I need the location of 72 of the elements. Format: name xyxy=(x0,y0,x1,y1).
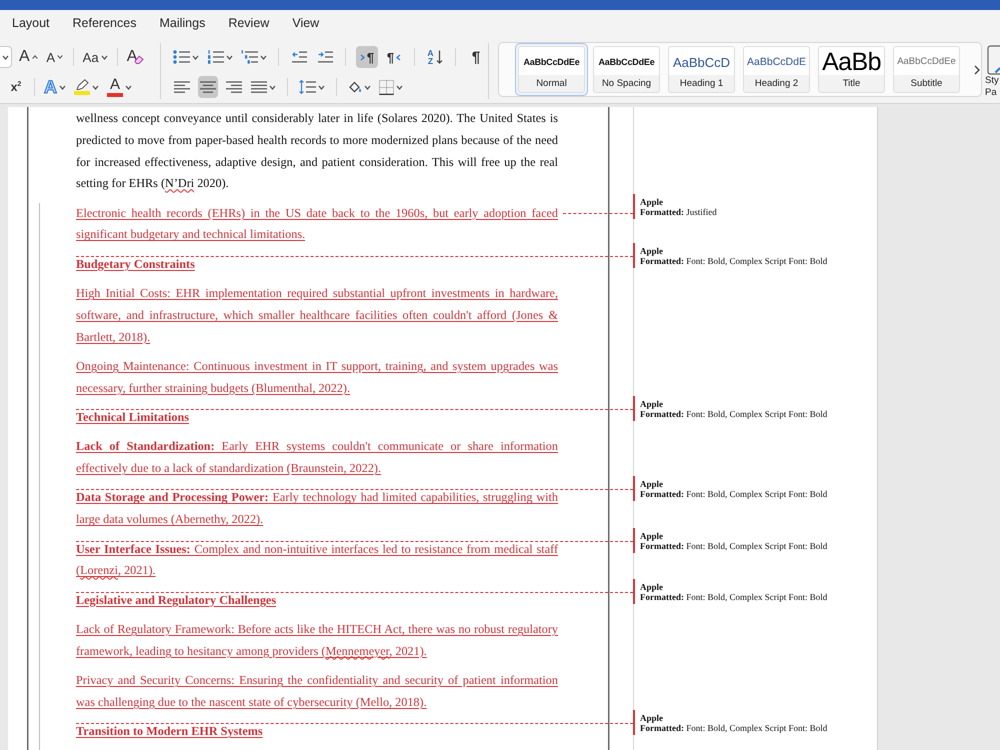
numbered-list-icon xyxy=(207,50,224,64)
revision-author: Apple xyxy=(640,479,664,490)
paragraph: Privacy and Security Concerns: Ensuring the confidentiality and security of patient information was challenging due to the nascent state of cybersecurity (Mello, 2018). xyxy=(76,673,558,709)
align-center-button[interactable] xyxy=(198,76,218,98)
revision-description: Formatted: Font: Bold, Complex Script Font: Bold xyxy=(640,408,828,419)
change-case-button[interactable]: Aa xyxy=(82,46,109,68)
revision-description: Formatted: Font: Bold, Complex Script Font: Bold xyxy=(640,723,828,734)
styles-pane-icon xyxy=(987,45,1000,75)
paragraph: Lack of Regulatory Framework: Before acts like the HITECH Act, there was no robust regulatory framework, leading to hesitancy among providers (Mennemeyer, 2021). xyxy=(76,622,558,660)
ribbon-tab[interactable]: References xyxy=(72,16,136,30)
increase-indent-icon xyxy=(318,51,332,63)
justify-icon xyxy=(251,81,267,93)
grow-font-button[interactable]: A xyxy=(18,46,39,68)
font-size-dropdown[interactable] xyxy=(0,46,12,68)
revision-description: Formatted: Font: Bold, Complex Script Font: Bold xyxy=(640,489,828,500)
align-center-icon xyxy=(200,81,216,93)
align-right-icon xyxy=(226,81,242,93)
style-card[interactable]: AaBbCcDdEe Subtitle xyxy=(890,43,963,96)
line-spacing-icon xyxy=(299,80,316,94)
revision-description: Formatted: Font: Bold, Complex Script Font: Bold xyxy=(640,256,828,266)
revision-description: Formatted: Font: Bold, Complex Script Font: Bold xyxy=(640,592,828,602)
highlight-button[interactable] xyxy=(73,76,100,98)
revision-author: Apple xyxy=(640,246,664,256)
superscript-button[interactable]: x$^{2}$ xyxy=(6,76,26,98)
style-card[interactable]: AaBbCcDdE Heading 2 xyxy=(740,43,813,96)
paragraph: Lack of Standardization: Early EHR systems couldn't communicate or share information effectively due to a lack of standardization (Braunstein, 2022). xyxy=(76,439,558,476)
revision-description: Formatted: Font: Bold, Complex Script Font: Bold xyxy=(640,540,828,550)
section-heading: Transition to Modern EHR Systems xyxy=(76,724,263,738)
revision-author: Apple xyxy=(640,713,664,724)
formatting-marks-button[interactable]: ¶ xyxy=(466,46,486,68)
revision-description: Formatted: Justified xyxy=(640,206,717,217)
paragraph: Ongoing Maintenance: Continuous investment in IT support, training, and system upgrades was necessary, further straining budgets (Blumenthal, 2022). xyxy=(76,358,558,395)
bullet-list-icon xyxy=(173,50,190,64)
section-heading: Legislative and Regulatory Challenges xyxy=(76,592,276,607)
style-card[interactable]: AaBbCcD Heading 1 xyxy=(665,43,738,96)
revision-author: Apple xyxy=(640,398,664,409)
revision-author: Apple xyxy=(640,196,664,207)
gallery-next-button[interactable] xyxy=(972,62,982,76)
left-to-right-button[interactable]: ¶ xyxy=(356,46,378,68)
ribbon-tab[interactable]: Layout xyxy=(12,16,50,30)
style-card[interactable]: AaBbCcDdEe Normal xyxy=(515,43,588,96)
right-to-left-button[interactable]: ¶ xyxy=(384,46,404,68)
paragraph: User Interface Issues: Complex and non-intuitive interfaces led to resistance from medical staff (Lorenzi, 2021). xyxy=(76,542,558,580)
style-card[interactable]: AaBb Title xyxy=(815,43,888,96)
section-heading: Budgetary Constraints xyxy=(76,256,195,271)
arrow-down-icon xyxy=(436,50,443,64)
paragraph: High Initial Costs: EHR implementation required substantial upfront investments in hardware, software, and infrastructure, which smaller healthcare facilities often couldn't afford (Jones & Bartlett, 2018). xyxy=(76,286,558,344)
caret-up-icon xyxy=(32,55,38,59)
paragraph: wellness concept conveyance until considerably later in life (Solares 2020). The United States is predicted to move from paper-based health records to more modernized plans because of the need for increased effectiveness, adaptive design, and patient consideration. This will free up the real setting for EHRs (N’Dri 2020). xyxy=(76,111,558,192)
revision-author: Apple xyxy=(640,582,664,592)
caret-down-icon xyxy=(57,55,63,59)
align-left-icon xyxy=(174,81,190,93)
shrink-font-button[interactable]: A xyxy=(44,46,65,68)
section-heading: Technical Limitations xyxy=(76,410,189,424)
font-color-button[interactable]: A xyxy=(106,76,133,98)
chevron-left-icon xyxy=(396,54,402,60)
multilevel-list-icon xyxy=(241,50,258,64)
paragraph: Electronic health records (EHRs) in the US date back to the 1960s, but early adoption faced significant budgetary and technical limitations. xyxy=(76,206,558,242)
chevron-right-icon xyxy=(974,64,980,74)
ribbon-tab[interactable]: Review xyxy=(228,16,270,30)
styles-pane-button[interactable]: Sty Pa xyxy=(985,38,1000,99)
revision-author: Apple xyxy=(640,530,664,540)
paint-bucket-icon xyxy=(348,80,362,94)
style-card[interactable]: AaBbCcDdEe No Spacing xyxy=(590,43,663,96)
ribbon-tab[interactable]: View xyxy=(292,16,320,30)
chevron-right-icon xyxy=(360,54,365,60)
sort-button[interactable]: A Z xyxy=(425,46,445,68)
paragraph: Data Storage and Processing Power: Early technology had limited capabilities, struggling with large data volumes (Abernethy, 2022). xyxy=(76,490,558,526)
decrease-indent-icon xyxy=(292,51,306,63)
borders-icon xyxy=(379,80,394,94)
highlighter-icon xyxy=(75,79,89,90)
ribbon-tab[interactable]: Mailings xyxy=(159,16,206,30)
